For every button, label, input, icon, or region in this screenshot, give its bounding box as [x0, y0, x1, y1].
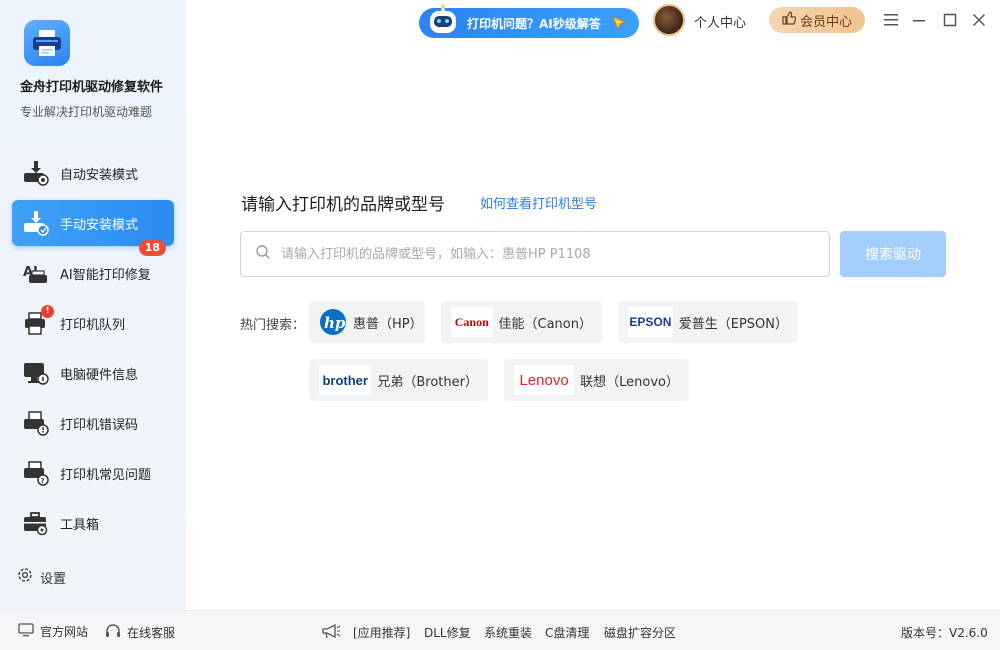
app-name: 金舟打印机驱动修复软件 [20, 80, 164, 95]
svg-text:hp: hp [324, 314, 346, 332]
auto-install-icon [22, 159, 50, 187]
faq-icon: ? [22, 459, 50, 487]
search-input[interactable] [281, 246, 821, 262]
epson-logo-icon: EPSON [628, 307, 673, 337]
avatar[interactable] [653, 4, 685, 36]
disk-partition-link[interactable]: 磁盘扩容分区 [604, 624, 676, 641]
official-website-label: 官方网站 [40, 625, 89, 639]
online-service-link[interactable]: 在线客服 [105, 623, 175, 642]
sidebar-item-ai-repair[interactable]: AI AI智能打印修复 [12, 250, 174, 296]
dll-repair-link[interactable]: DLL修复 [424, 624, 471, 641]
sidebar-item-label: 工具箱 [60, 517, 100, 533]
sidebar-item-auto-install[interactable]: 自动安装模式 [12, 150, 174, 196]
brand-label: 爱普生（EPSON） [678, 316, 788, 332]
hot-search-label: 热门搜索： [240, 318, 306, 333]
canon-logo-icon: Canon [451, 307, 493, 337]
hardware-info-icon [22, 359, 50, 387]
brand-chip-hp[interactable]: hp 惠普（HP） [309, 301, 425, 343]
sidebar-item-label: 打印机错误码 [60, 417, 139, 433]
app-recommend-label: [应用推荐] [353, 626, 411, 640]
system-reinstall-link[interactable]: 系统重装 [484, 624, 532, 641]
brand-chip-lenovo[interactable]: Lenovo 联想（Lenovo） [504, 359, 689, 401]
sidebar-item-faq[interactable]: ? 打印机常见问题 [12, 450, 174, 496]
brand-chip-epson[interactable]: EPSON 爱普生（EPSON） [618, 301, 798, 343]
personal-center-link[interactable]: 个人中心 [694, 12, 746, 31]
error-code-icon [22, 409, 50, 437]
sidebar-item-printer-queue[interactable]: ! 打印机队列 [12, 300, 174, 346]
gear-icon [16, 566, 34, 588]
sidebar-item-label: 打印机队列 [60, 317, 126, 333]
app-logo-icon [24, 20, 70, 66]
search-box [240, 231, 830, 277]
official-website-link[interactable]: 官方网站 [18, 623, 88, 640]
headset-icon [105, 623, 127, 642]
settings-label: 设置 [40, 571, 67, 587]
ai-print-repair-icon: AI [22, 259, 50, 287]
maximize-icon[interactable] [940, 10, 960, 30]
version-label: 版本号：V2.6.0 [901, 626, 988, 640]
manual-install-icon [22, 209, 50, 237]
alert-dot-badge: ! [41, 305, 54, 318]
sidebar-item-toolbox[interactable]: 工具箱 [12, 500, 174, 546]
how-to-find-model-link[interactable]: 如何查看打印机型号 [480, 193, 597, 212]
toolbox-icon [22, 509, 50, 537]
search-icon [255, 244, 271, 264]
close-icon[interactable] [969, 10, 989, 30]
brother-logo-icon: brother [319, 365, 372, 395]
settings-button[interactable]: 设置 [16, 566, 66, 588]
search-title: 请输入打印机的品牌或型号 [241, 195, 445, 215]
sidebar-item-hardware-info[interactable]: 电脑硬件信息 [12, 350, 174, 396]
megaphone-icon [321, 623, 341, 642]
brand-label: 联想（Lenovo） [580, 374, 679, 390]
pointer-icon [611, 15, 627, 34]
sidebar-item-error-code[interactable]: 打印机错误码 [12, 400, 174, 446]
sidebar-item-label: 手动安装模式 [60, 217, 139, 233]
vip-label: 会员中心 [799, 14, 852, 30]
lenovo-logo-icon: Lenovo [514, 365, 575, 395]
c-drive-clean-link[interactable]: C盘清理 [545, 624, 589, 641]
online-service-label: 在线客服 [127, 626, 176, 640]
brand-label: 佳能（Canon） [498, 316, 592, 332]
brand-chip-brother[interactable]: brother 兄弟（Brother） [309, 359, 488, 401]
ai-banner-text: 打印机问题？AI秒级解答 [467, 16, 601, 31]
app-subtitle: 专业解决打印机驱动难题 [20, 105, 153, 119]
minimize-icon[interactable] [909, 10, 929, 30]
sidebar-item-manual-install[interactable]: 手动安装模式 18 [12, 200, 174, 256]
brother-logo-text: brother [322, 372, 368, 388]
sidebar-item-label: AI智能打印修复 [60, 267, 151, 283]
brand-label: 惠普（HP） [353, 316, 423, 332]
canon-logo-text: Canon [454, 314, 489, 329]
epson-logo-text: EPSON [629, 315, 672, 329]
ai-help-banner[interactable]: 打印机问题？AI秒级解答 [419, 4, 639, 38]
thumbs-up-icon [782, 11, 800, 29]
lenovo-logo-text: Lenovo [519, 371, 569, 389]
hp-logo-icon: hp [319, 307, 347, 337]
search-driver-button[interactable]: 搜索驱动 [840, 231, 946, 277]
menu-icon[interactable] [881, 10, 901, 30]
svg-text:?: ? [41, 477, 45, 485]
sidebar: 金舟打印机驱动修复软件 专业解决打印机驱动难题 自动安装模式 手动安装模式 18… [0, 0, 186, 610]
brand-chip-canon[interactable]: Canon 佳能（Canon） [441, 301, 602, 343]
monitor-icon [18, 623, 40, 640]
robot-icon [425, 4, 461, 40]
footer: 官方网站 在线客服 [应用推荐] DLL修复 系统重装 C盘清理 磁盘扩容分区 … [0, 610, 1000, 650]
sidebar-item-label: 电脑硬件信息 [60, 367, 139, 383]
brand-label: 兄弟（Brother） [377, 374, 478, 390]
sidebar-item-label: 自动安装模式 [60, 167, 139, 183]
sidebar-item-label: 打印机常见问题 [60, 467, 152, 483]
sidebar-nav: 自动安装模式 手动安装模式 18 AI AI智能打印修复 ! 打印机队列 电脑硬… [12, 150, 174, 550]
vip-center-button[interactable]: 会员中心 [769, 7, 865, 33]
